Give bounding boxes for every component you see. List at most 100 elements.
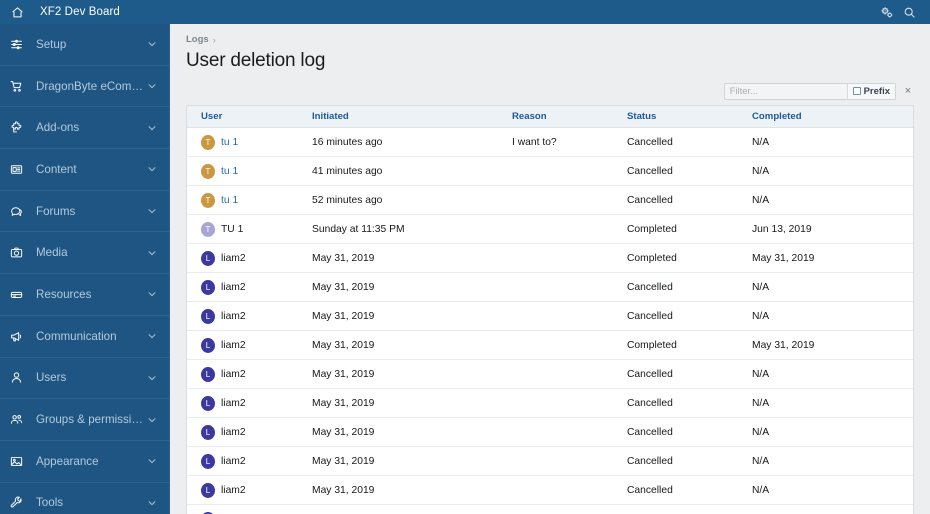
cell-completed: N/A — [752, 417, 913, 447]
chevron-down-icon[interactable] — [145, 206, 159, 216]
breadcrumb-item-logs[interactable]: Logs — [186, 34, 209, 45]
filter-input[interactable] — [724, 83, 847, 99]
avatar[interactable]: T — [201, 134, 215, 150]
main-content: Logs › User deletion log Prefix × UserI — [170, 24, 930, 514]
chevron-down-icon[interactable] — [145, 164, 159, 174]
table-row: Lliam2 May 31, 2019 Completed May 31, 2019 — [187, 243, 913, 273]
username-label: liam2 — [221, 397, 246, 409]
cell-initiated: 41 minutes ago — [312, 156, 512, 186]
table-row: Lliam2May 31, 2019CancelledN/A — [187, 388, 913, 418]
column-header-user[interactable]: User — [187, 106, 312, 128]
cell-initiated: May 31, 2019 — [312, 243, 512, 273]
sidebar-item-forums[interactable]: Forums — [0, 191, 169, 233]
avatar[interactable]: L — [201, 250, 215, 266]
sidebar-item-communication[interactable]: Communication — [0, 316, 169, 358]
cell-initiated: 52 minutes ago — [312, 185, 512, 215]
chevron-down-icon[interactable] — [145, 456, 159, 466]
column-header-reason[interactable]: Reason — [512, 106, 627, 128]
cell-initiated: May 31, 2019 — [312, 388, 512, 418]
username-label[interactable]: tu 1 — [221, 137, 238, 148]
image-icon — [10, 452, 30, 470]
sidebar-item-appearance[interactable]: Appearance — [0, 441, 169, 483]
column-header-completed[interactable]: Completed — [752, 106, 913, 128]
cell-user: Ttu 1 — [187, 127, 312, 157]
avatar[interactable]: L — [201, 279, 215, 295]
board-title[interactable]: XF2 Dev Board — [40, 6, 120, 18]
cell-initiated: 16 minutes ago — [312, 127, 512, 157]
search-icon[interactable] — [898, 1, 920, 23]
avatar[interactable]: T — [201, 192, 215, 208]
sidebar-item-label: Communication — [36, 329, 117, 343]
breadcrumb: Logs › — [186, 34, 914, 45]
cell-completed: N/A — [752, 388, 913, 418]
sidebar-item-tools[interactable]: Tools — [0, 483, 169, 514]
cell-status: Completed — [627, 214, 752, 244]
sidebar-item-label: Media — [36, 246, 68, 260]
puzzle-icon — [10, 119, 30, 137]
table-row: T TU 1 Sunday at 11:35 PM Completed Jun 13, … — [187, 214, 913, 244]
avatar[interactable]: L — [201, 366, 215, 382]
table-row: Lliam2May 31, 2019CancelledN/A — [187, 475, 913, 505]
column-header-status[interactable]: Status — [627, 106, 752, 128]
cell-status: Cancelled — [627, 156, 752, 186]
cell-initiated: May 31, 2019 — [312, 446, 512, 476]
sidebar-item-label: Content — [36, 162, 77, 176]
comments-icon — [10, 202, 30, 220]
chevron-down-icon[interactable] — [145, 39, 159, 49]
chevron-down-icon[interactable] — [145, 415, 159, 425]
avatar[interactable]: L — [201, 453, 215, 469]
avatar[interactable]: L — [201, 308, 215, 324]
cell-completed: May 31, 2019 — [752, 243, 913, 273]
cell-reason — [512, 272, 627, 302]
cell-completed: N/A — [752, 301, 913, 331]
username-label: liam2 — [221, 339, 246, 351]
cell-user: Lliam2 — [187, 330, 312, 360]
table-row: Lliam2May 31, 2019CancelledN/A — [187, 504, 913, 514]
prefix-checkbox-icon[interactable] — [852, 87, 861, 95]
username-label[interactable]: tu 1 — [221, 166, 238, 177]
cell-reason — [512, 214, 627, 244]
prefix-toggle[interactable]: Prefix — [846, 83, 895, 99]
chevron-down-icon[interactable] — [145, 331, 159, 341]
sidebar-item-label: Forums — [36, 204, 76, 218]
avatar[interactable]: L — [201, 424, 215, 440]
chevron-down-icon[interactable] — [145, 498, 159, 508]
cell-reason — [512, 359, 627, 389]
chevron-down-icon[interactable] — [145, 373, 159, 383]
cogs-icon[interactable] — [876, 1, 898, 23]
cell-status: Cancelled — [627, 301, 752, 331]
cell-completed: N/A — [752, 185, 913, 215]
username-label[interactable]: tu 1 — [221, 195, 238, 206]
sidebar-item-resources[interactable]: Resources — [0, 274, 169, 316]
sidebar-item-media[interactable]: Media — [0, 232, 169, 275]
chevron-down-icon[interactable] — [145, 289, 159, 299]
cell-completed: Jun 13, 2019 — [752, 214, 913, 244]
sidebar-item-content[interactable]: Content — [0, 149, 169, 191]
chevron-down-icon[interactable] — [145, 248, 159, 258]
sidebar-item-dragonbyte-ecommerce[interactable]: DragonByte eCommerce — [0, 66, 169, 108]
sidebar-item-groups-permissions[interactable]: Groups & permissions — [0, 399, 169, 441]
sidebar-item-add-ons[interactable]: Add-ons — [0, 107, 169, 150]
cell-reason — [512, 475, 627, 505]
avatar[interactable]: L — [201, 337, 215, 353]
avatar[interactable]: T — [201, 163, 215, 179]
chevron-down-icon[interactable] — [145, 123, 159, 133]
cell-completed: N/A — [752, 475, 913, 505]
clear-filter-icon[interactable]: × — [902, 84, 914, 98]
avatar[interactable]: L — [201, 482, 215, 498]
sidebar-item-setup[interactable]: Setup — [0, 24, 169, 66]
cell-user: Lliam2 — [187, 504, 312, 514]
chevron-down-icon[interactable] — [145, 81, 159, 91]
page-title: User deletion log — [186, 50, 326, 71]
sidebar-item-users[interactable]: Users — [0, 358, 169, 400]
avatar[interactable]: T — [201, 221, 215, 237]
cell-user: Lliam2 — [187, 388, 312, 418]
home-icon[interactable] — [8, 3, 26, 21]
avatar[interactable]: L — [201, 395, 215, 411]
cell-reason — [512, 504, 627, 514]
cell-initiated: May 31, 2019 — [312, 417, 512, 447]
app-body: Setup DragonByte eCommerce Add-ons Content F… — [0, 24, 930, 514]
article-icon — [10, 160, 30, 178]
filter-box: Prefix — [723, 82, 896, 100]
column-header-initiated[interactable]: Initiated — [312, 106, 512, 128]
